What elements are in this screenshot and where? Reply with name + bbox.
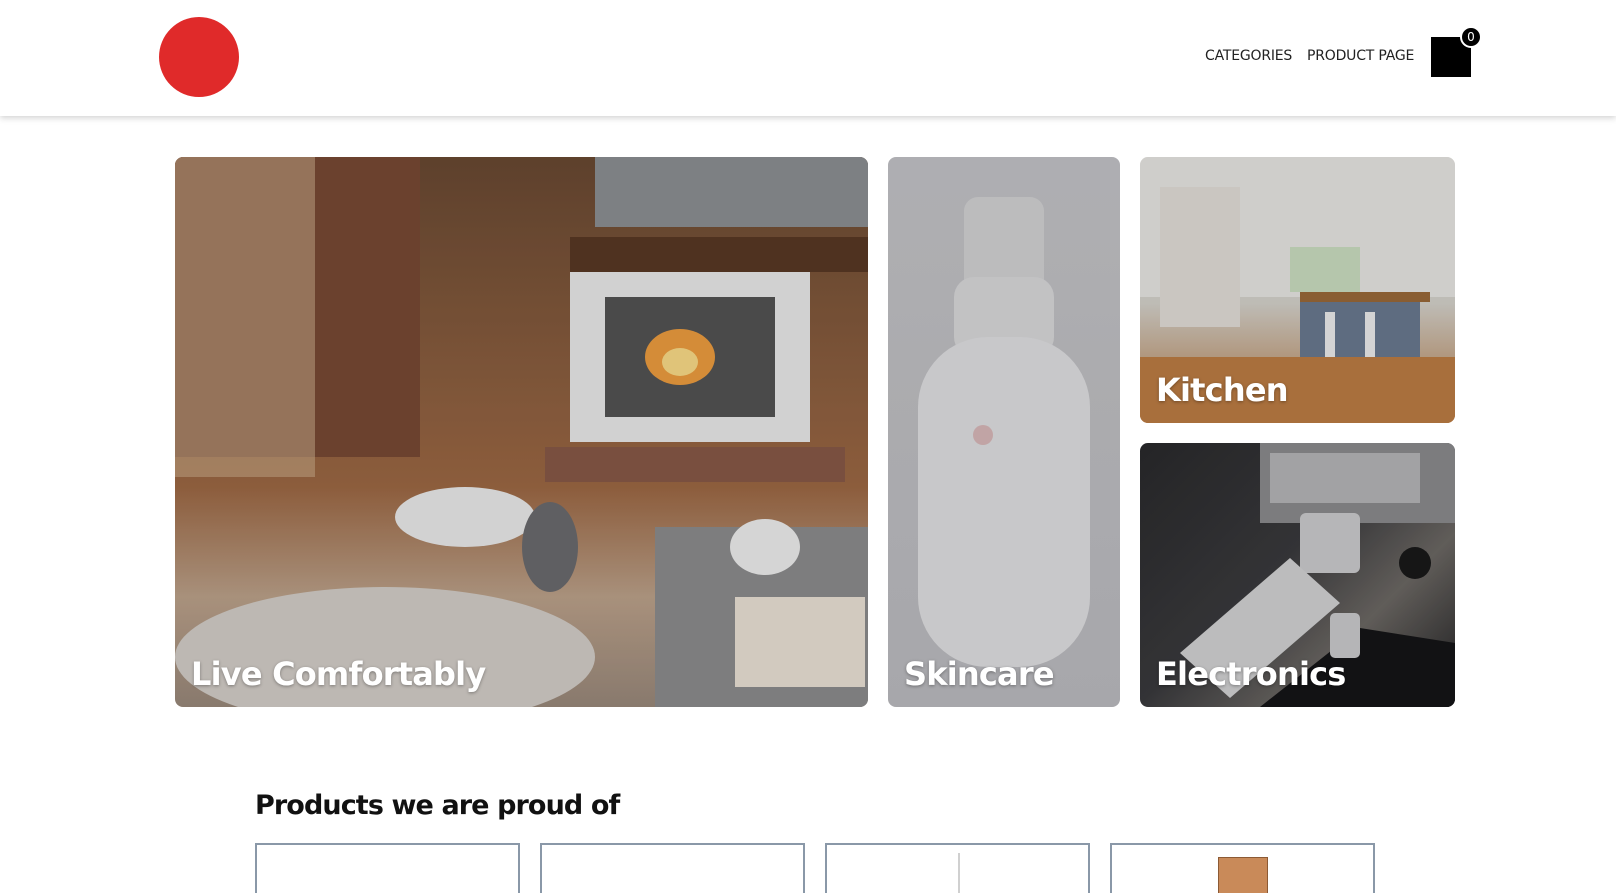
hero-tile-live-comfortably[interactable]: Live Comfortably [175,157,868,707]
tile-shade [175,157,868,707]
nav-item-categories[interactable]: CATEGORIES [1205,46,1292,66]
product-card[interactable] [255,843,520,893]
tile-label: Kitchen [1156,371,1289,409]
brand-logo[interactable] [159,17,239,97]
tile-label: Skincare [904,655,1055,693]
product-card[interactable] [540,843,805,893]
cart-count-badge: 0 [1460,26,1482,48]
categories-link[interactable]: CATEGORIES [1205,48,1292,64]
product-card[interactable] [1110,843,1375,893]
hero-tile-electronics[interactable]: Electronics [1140,443,1455,707]
product-image-box [1218,857,1268,893]
product-image-line [958,853,960,893]
hero-tile-skincare[interactable]: Skincare [888,157,1120,707]
tile-shade [888,157,1120,707]
hero-tile-kitchen[interactable]: Kitchen [1140,157,1455,423]
product-card[interactable] [825,843,1090,893]
nav-item-product-page[interactable]: PRODUCT PAGE [1307,46,1414,66]
section-title: Products we are proud of [255,790,620,821]
site-header: CATEGORIES PRODUCT PAGE 0 [0,0,1616,116]
tile-label: Electronics [1156,655,1346,693]
tile-label: Live Comfortably [191,655,486,693]
product-page-link[interactable]: PRODUCT PAGE [1307,48,1414,64]
